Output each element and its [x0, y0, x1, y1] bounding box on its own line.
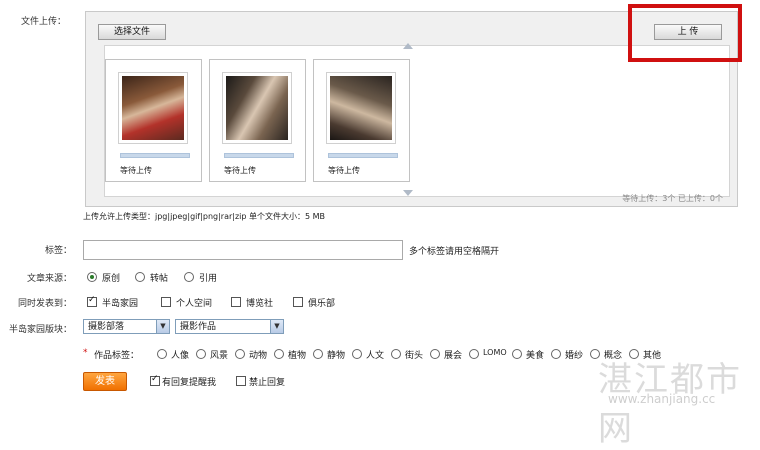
tag-label: 植物: [288, 351, 307, 361]
tags-label: 标签：: [44, 246, 72, 256]
tag-radio[interactable]: [512, 349, 522, 359]
source-original-label: 原创: [102, 274, 121, 284]
reply-notify-label: 有回复提醒我: [162, 378, 217, 388]
tag-radio[interactable]: [157, 349, 167, 359]
scroll-up-icon[interactable]: [403, 43, 413, 49]
tag-radio[interactable]: [469, 349, 479, 359]
tag-label: LOMO: [483, 348, 507, 357]
tag-radio[interactable]: [313, 349, 323, 359]
upload-item[interactable]: 等待上传: [313, 59, 410, 182]
source-quote-radio[interactable]: [184, 272, 194, 282]
publish-button[interactable]: 发表: [83, 372, 127, 391]
section-label: 半岛家园版块：: [8, 325, 72, 335]
source-label: 文章来源：: [26, 274, 72, 284]
tags-hint: 多个标签请用空格隔开: [409, 247, 500, 257]
publish-peninsula-checkbox[interactable]: [87, 295, 97, 307]
tag-label: 静物: [327, 351, 346, 361]
tag-label: 风景: [210, 351, 229, 361]
disable-reply-label: 禁止回复: [249, 378, 286, 388]
tag-radio[interactable]: [391, 349, 401, 359]
upload-item[interactable]: 等待上传: [105, 59, 202, 182]
tag-label: 人文: [366, 351, 385, 361]
publish-personal-label: 个人空间: [176, 299, 213, 309]
source-original-radio[interactable]: [87, 272, 97, 282]
photo-thumbnail: [326, 72, 396, 144]
select-file-button[interactable]: 选择文件: [98, 24, 166, 40]
publish-to-label: 同时发表到：: [17, 299, 72, 309]
tag-radio[interactable]: [551, 349, 561, 359]
required-mark: *: [83, 348, 88, 358]
photo-thumbnail: [222, 72, 292, 144]
publish-club-label: 俱乐部: [308, 299, 336, 309]
chevron-down-icon: ▼: [270, 320, 283, 333]
publish-personal-checkbox[interactable]: [161, 297, 171, 307]
tag-radio[interactable]: [352, 349, 362, 359]
scroll-down-icon[interactable]: [403, 190, 413, 196]
tag-label: 动物: [249, 351, 268, 361]
upload-status: 等待上传: [328, 166, 360, 175]
board-select-value: 摄影部落: [88, 322, 125, 332]
publish-expo-checkbox[interactable]: [231, 297, 241, 307]
upload-queue: 等待上传 等待上传 等待上传: [104, 43, 730, 197]
board-select[interactable]: 摄影部落 ▼: [83, 319, 170, 334]
upload-status: 等待上传: [224, 166, 256, 175]
upload-status: 等待上传: [120, 166, 152, 175]
publish-club-checkbox[interactable]: [293, 297, 303, 307]
upload-hint: 上传允许上传类型：jpg|jpeg|gif|png|rar|zip 单个文件大小…: [83, 212, 326, 221]
reply-notify-checkbox[interactable]: [150, 374, 160, 386]
highlight-frame: [628, 4, 742, 62]
upload-item[interactable]: 等待上传: [209, 59, 306, 182]
publish-expo-label: 博览社: [246, 299, 274, 309]
disable-reply-checkbox[interactable]: [236, 376, 246, 386]
tag-label: 婚纱: [565, 351, 584, 361]
category-select[interactable]: 摄影作品 ▼: [175, 319, 284, 334]
upload-progress-bar: [120, 153, 190, 158]
tag-radio[interactable]: [235, 349, 245, 359]
tag-label: 街头: [405, 351, 424, 361]
upload-summary: 等待上传：3个 已上传：0个: [622, 194, 723, 203]
photo-thumbnail: [118, 72, 188, 144]
tag-radio[interactable]: [196, 349, 206, 359]
upload-label: 文件上传：: [20, 17, 66, 27]
source-quote-label: 引用: [199, 274, 218, 284]
source-repost-label: 转帖: [150, 274, 169, 284]
tag-radio[interactable]: [430, 349, 440, 359]
tags-input[interactable]: [83, 240, 403, 260]
upload-progress-bar: [328, 153, 398, 158]
tag-label: 展会: [444, 351, 463, 361]
work-tags-label: 作品标签：: [94, 351, 140, 361]
category-select-value: 摄影作品: [180, 322, 217, 332]
tag-radio[interactable]: [274, 349, 284, 359]
tag-label: 美食: [526, 351, 545, 361]
publish-peninsula-label: 半岛家园: [102, 299, 139, 309]
tag-label: 人像: [171, 351, 190, 361]
upload-progress-bar: [224, 153, 294, 158]
chevron-down-icon: ▼: [156, 320, 169, 333]
source-repost-radio[interactable]: [135, 272, 145, 282]
watermark-url: www.zhanjiang.cc: [608, 392, 716, 406]
